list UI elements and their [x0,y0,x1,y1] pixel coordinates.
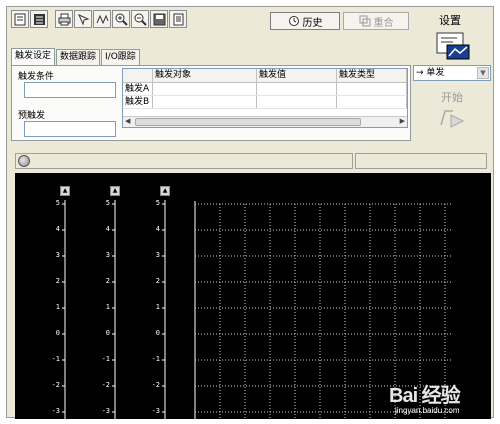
tab-trigger-settings[interactable]: 触发设定 [11,48,56,65]
table-cell[interactable] [257,96,337,108]
y-tick-label: -3 [101,407,110,415]
header-cell: 触发值 [257,69,337,82]
zoom-out-icon[interactable] [131,10,149,28]
trigger-condition-label: 触发条件 [18,72,55,82]
status-bar [15,153,487,169]
save-icon[interactable] [150,10,168,28]
y-tick-label: 2 [105,277,110,285]
horizontal-scrollbar[interactable]: ◀ ▶ [123,116,407,127]
trigger-settings-panel: 触发条件 预触发 触发对象 触发值 触发类型 触发A 触发B ◀ ▶ [11,65,411,141]
y-tick-label: 0 [55,329,60,337]
y-tick-label: 5 [55,199,60,207]
y-tick-label: -3 [51,407,60,415]
arrow-right-icon: → [416,68,424,78]
y-tick-label: 3 [55,251,60,259]
table-cell[interactable] [153,96,257,108]
scroll-left-icon[interactable]: ◀ [125,117,130,125]
reset-label: 重合 [373,17,394,29]
tab-data-trace[interactable]: 数据跟踪 [56,49,101,65]
row-label: 触发A [123,83,153,95]
pretrigger-field[interactable] [24,121,116,137]
axis-up-icon[interactable]: ▲ [110,186,120,196]
y-tick-label: 4 [105,225,110,233]
status-cell-main [15,153,353,169]
chevron-down-icon[interactable]: ▼ [477,67,489,79]
y-tick-label: -1 [101,355,110,363]
list-icon[interactable] [30,10,48,28]
trigger-condition-field[interactable] [24,82,116,98]
header-cell: 触发类型 [337,69,407,82]
print-icon[interactable] [55,10,73,28]
row-label: 触发B [123,96,153,108]
y-tick-label: 3 [105,251,110,259]
header-cell: 触发对象 [153,69,257,82]
trigger-table[interactable]: 触发对象 触发值 触发类型 触发A 触发B ◀ ▶ [122,68,408,128]
y-tick-label: 4 [155,225,160,233]
status-cell-secondary [355,153,487,169]
cursor-icon[interactable] [74,10,92,28]
y-tick-label: 1 [55,303,60,311]
scroll-thumb[interactable] [135,118,361,126]
waveform-icon[interactable] [93,10,111,28]
settings-icon[interactable] [433,31,471,61]
table-header: 触发对象 触发值 触发类型 [123,69,407,83]
y-tick-label: 1 [155,303,160,311]
start-icon[interactable] [437,105,467,129]
document-icon[interactable] [169,10,187,28]
y-tick-label: 0 [155,329,160,337]
start-label: 开始 [441,91,463,104]
y-tick-label: -1 [151,355,160,363]
y-tick-label: -2 [51,381,60,389]
tab-io-trace[interactable]: I/O跟踪 [101,49,140,65]
header-cell [123,69,153,82]
settings-label: 设置 [439,14,461,27]
y-tick-label: 2 [155,277,160,285]
watermark-logo: Bai 经验 [389,385,461,407]
table-cell[interactable] [337,96,407,108]
status-indicator-icon [18,155,30,167]
reset-button[interactable]: 重合 [343,12,409,30]
history-icon [288,16,299,26]
scroll-right-icon[interactable]: ▶ [400,117,405,125]
overlay-icon [359,15,370,27]
table-cell[interactable] [257,83,337,95]
y-tick-label: 3 [155,251,160,259]
history-button[interactable]: 历史 [270,12,340,30]
table-cell[interactable] [337,83,407,95]
axis-up-icon[interactable]: ▲ [60,186,70,196]
pretrigger-label: 预触发 [18,111,46,121]
table-row[interactable]: 触发A [123,83,407,96]
toolbar [11,10,187,34]
tab-bar: 触发设定 数据跟踪 I/O跟踪 [11,48,141,65]
y-tick-label: 5 [155,199,160,207]
watermark-url: jingyan.baidu.com [395,406,460,415]
zoom-in-icon[interactable] [112,10,130,28]
trigger-mode-select[interactable]: → 单发 ▼ [413,65,491,81]
y-tick-label: 0 [105,329,110,337]
y-tick-label: -1 [51,355,60,363]
y-tick-label: -2 [101,381,110,389]
history-label: 历史 [302,17,323,29]
y-tick-label: 1 [105,303,110,311]
y-tick-label: 5 [105,199,110,207]
table-cell[interactable] [153,83,257,95]
y-tick-label: -3 [151,407,160,415]
table-row[interactable]: 触发B [123,96,407,109]
trigger-mode-value: 单发 [426,68,445,78]
y-tick-label: 2 [55,277,60,285]
trace-window: 历史 重合 设置 触发设定 数据跟踪 I/O跟踪 触发条件 预触发 触发对象 触… [6,6,494,419]
edit-icon[interactable] [11,10,29,28]
y-tick-label: 4 [55,225,60,233]
watermark: Bai 经验 jingyan.baidu.com [389,379,500,423]
y-tick-label: -2 [151,381,160,389]
axis-up-icon[interactable]: ▲ [160,186,170,196]
